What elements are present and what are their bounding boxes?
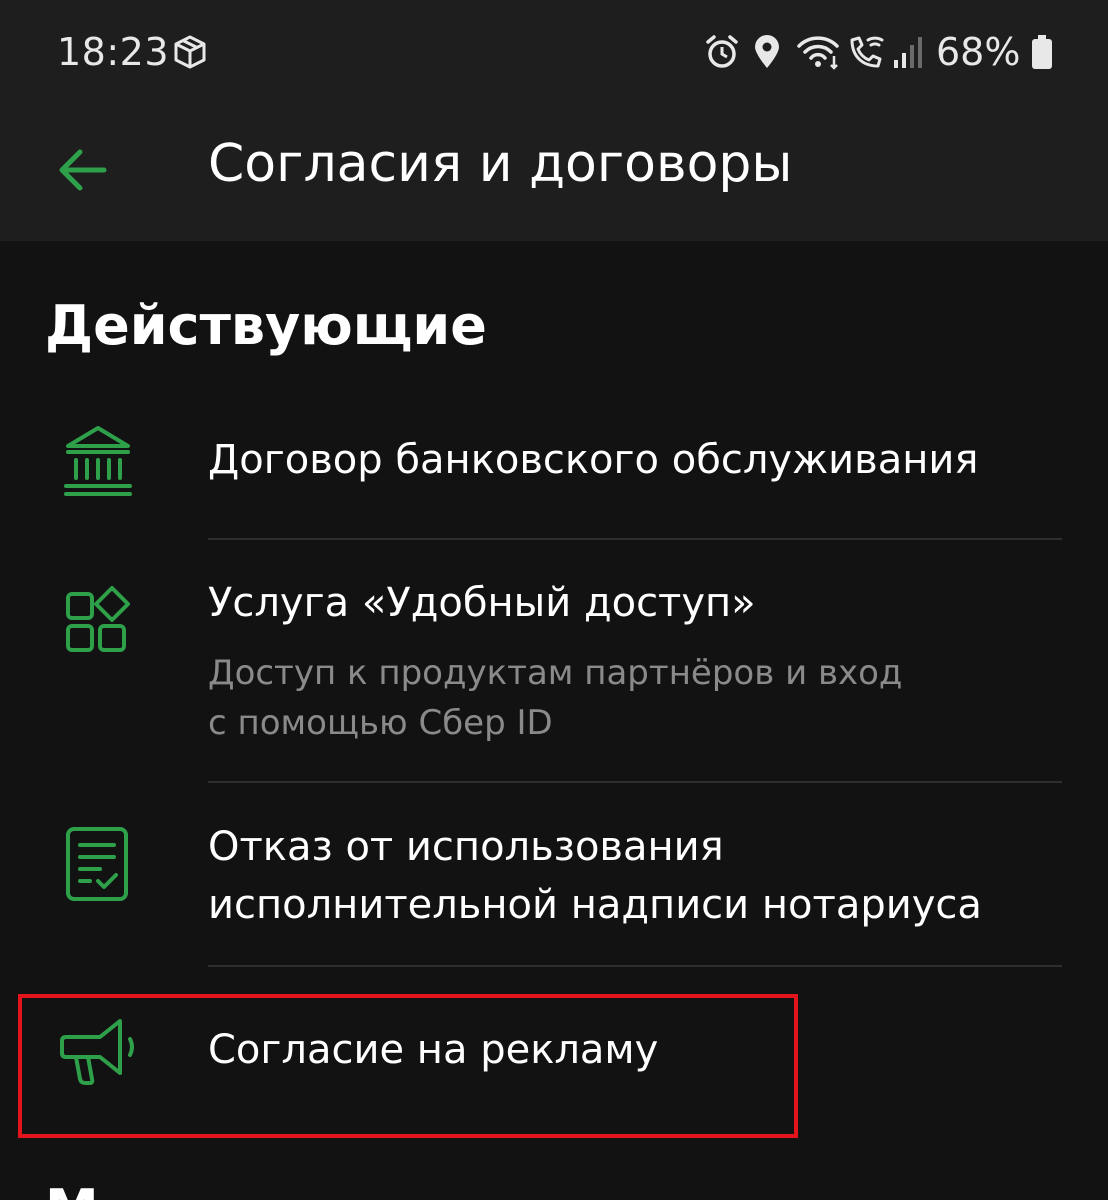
status-time: 18:23 bbox=[57, 30, 170, 74]
alarm-icon bbox=[706, 35, 738, 68]
section-heading-next: М bbox=[45, 1178, 99, 1200]
apps-grid-icon bbox=[66, 586, 130, 652]
location-icon bbox=[755, 35, 779, 68]
battery-percent: 68% bbox=[936, 30, 1021, 74]
item-subtitle: с помощью Сбер ID bbox=[208, 703, 553, 743]
arrow-left-icon bbox=[59, 149, 107, 191]
highlight-box bbox=[18, 994, 798, 1138]
app-bar: Согласия и договоры bbox=[0, 104, 1108, 241]
item-title: исполнительной надписи нотариуса bbox=[208, 882, 982, 928]
list-item-bank-agreement[interactable]: Договор банковского обслуживания bbox=[0, 400, 1108, 538]
back-button[interactable] bbox=[40, 128, 124, 212]
page-title: Согласия и договоры bbox=[208, 134, 793, 194]
package-icon bbox=[174, 35, 206, 69]
wifi-calling-icon bbox=[797, 36, 839, 70]
item-title: Услуга «Удобный доступ» bbox=[208, 580, 756, 626]
document-check-icon bbox=[66, 827, 128, 901]
signal-icon bbox=[894, 37, 922, 68]
call-wifi-icon bbox=[850, 36, 884, 68]
list-item-convenient-access[interactable]: Услуга «Удобный доступ» Доступ к продукт… bbox=[0, 540, 1108, 781]
screen: 18:23 68% Согласия и договоры Действующи… bbox=[0, 0, 1108, 1200]
status-bar: 18:23 68% bbox=[0, 0, 1108, 104]
item-title: Отказ от использования bbox=[208, 824, 724, 870]
item-title: Договор банковского обслуживания bbox=[208, 437, 979, 483]
list-item-notary-refusal[interactable]: Отказ от использования исполнительной на… bbox=[0, 783, 1108, 965]
item-subtitle: Доступ к продуктам партнёров и вход bbox=[208, 653, 903, 693]
battery-icon bbox=[1032, 35, 1052, 69]
section-heading-active: Действующие bbox=[45, 294, 487, 357]
bank-icon bbox=[64, 426, 132, 496]
